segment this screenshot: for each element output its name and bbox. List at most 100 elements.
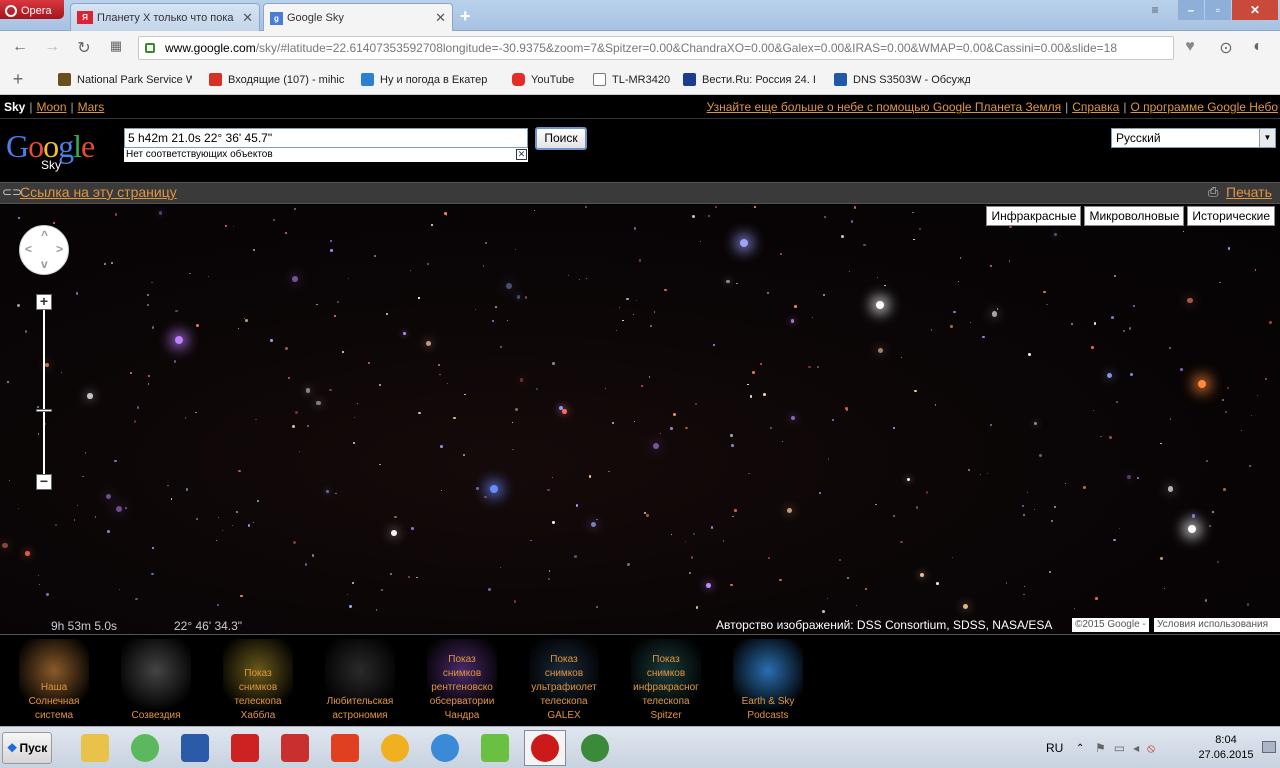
bookmark-2[interactable]: Ну и погода в Екатер bbox=[361, 73, 497, 86]
add-bookmark-button[interactable]: + bbox=[8, 69, 28, 90]
language-select[interactable]: Русский ▼ bbox=[1111, 128, 1276, 148]
close-suggestion-icon[interactable]: ✕ bbox=[516, 149, 527, 160]
star bbox=[1115, 400, 1118, 403]
earth-link[interactable]: Узнайте еще больше о небе с помощью Goog… bbox=[707, 100, 1062, 114]
network-icon[interactable]: ⦸ bbox=[1147, 741, 1155, 756]
sky-link[interactable]: Sky bbox=[4, 100, 25, 114]
bookmark-1[interactable]: Входящие (107) - mihic bbox=[209, 73, 345, 86]
zoom-out-button[interactable]: − bbox=[36, 474, 52, 490]
star bbox=[379, 463, 381, 466]
show-desktop-button[interactable] bbox=[1262, 741, 1276, 753]
search-input[interactable] bbox=[124, 128, 528, 148]
monitor-icon[interactable]: ▭ bbox=[1114, 741, 1125, 755]
start-button[interactable]: ❖ Пуск bbox=[2, 732, 52, 764]
taskbar-app-leaf[interactable] bbox=[474, 730, 516, 766]
page-icon bbox=[593, 73, 606, 86]
reload-button[interactable]: ↻ bbox=[74, 38, 94, 58]
speed-dial-icon[interactable]: ▦ bbox=[106, 38, 126, 54]
tray-expand-icon[interactable]: ⌃ bbox=[1076, 727, 1084, 768]
maximize-button[interactable]: ▫ bbox=[1205, 0, 1231, 20]
star bbox=[736, 282, 738, 285]
gallery-item-6[interactable]: Показ снимков инфракрасног телескопа Spitzer bbox=[612, 639, 710, 723]
mars-link[interactable]: Mars bbox=[78, 100, 105, 114]
new-tab-button[interactable]: + bbox=[460, 6, 471, 27]
gallery-item-3[interactable]: Любительская астрономия bbox=[306, 639, 404, 723]
taskbar-app-messenger[interactable] bbox=[424, 730, 466, 766]
close-tab-icon[interactable]: ✕ bbox=[242, 10, 253, 26]
star bbox=[284, 346, 288, 350]
star bbox=[650, 325, 653, 327]
taskbar-app-acrobat[interactable] bbox=[224, 730, 266, 766]
taskbar-app-ro[interactable] bbox=[274, 730, 316, 766]
taskbar-app-explorer[interactable] bbox=[74, 730, 116, 766]
star bbox=[431, 223, 434, 227]
infrared-button[interactable]: Инфракрасные bbox=[986, 206, 1082, 226]
volume-icon[interactable]: ◂ bbox=[1133, 741, 1139, 755]
star bbox=[375, 609, 378, 611]
tab-2[interactable]: g Google Sky ✕ bbox=[263, 3, 453, 32]
star bbox=[1034, 421, 1038, 425]
bookmark-0[interactable]: National Park Service W bbox=[58, 73, 192, 86]
star bbox=[769, 427, 772, 429]
permalink-link[interactable]: Ссылка на эту страницу bbox=[20, 184, 177, 200]
taskbar-app-chrome[interactable] bbox=[574, 730, 616, 766]
bookmark-5[interactable]: Вести.Ru: Россия 24. I bbox=[683, 73, 819, 86]
star bbox=[312, 554, 315, 557]
pan-down-icon[interactable]: v bbox=[41, 257, 48, 271]
pan-up-icon[interactable]: ^ bbox=[41, 228, 48, 242]
gallery-item-2[interactable]: Показ снимков телескопа Хаббла bbox=[204, 639, 302, 723]
gallery-item-5[interactable]: Показ снимков ультрафиолет телескопа GALEX bbox=[510, 639, 608, 723]
pan-control[interactable]: ^ v < > bbox=[19, 225, 69, 275]
zoom-slider[interactable] bbox=[43, 303, 45, 483]
historical-button[interactable]: Исторические bbox=[1187, 206, 1275, 226]
search-button[interactable]: Поиск bbox=[535, 127, 587, 150]
lang-indicator[interactable]: RU bbox=[1046, 727, 1063, 768]
flag-icon[interactable]: ⚑ bbox=[1095, 741, 1106, 755]
address-bar[interactable]: www.google.com/sky/#latitude=22.61407353… bbox=[138, 36, 1174, 60]
terms-link[interactable]: Условия использования bbox=[1154, 618, 1280, 632]
close-window-button[interactable]: ✕ bbox=[1232, 0, 1278, 20]
help-link[interactable]: Справка bbox=[1072, 100, 1119, 114]
opera-menu-button[interactable]: Opera bbox=[0, 0, 64, 19]
sky-map[interactable]: Инфракрасные Микроволновые Исторические … bbox=[0, 205, 1280, 634]
gallery-item-1[interactable]: Созвездия bbox=[102, 639, 200, 723]
bookmark-4[interactable]: TL-MR3420 bbox=[593, 73, 673, 86]
taskbar-app-sunburst[interactable] bbox=[324, 730, 366, 766]
star bbox=[925, 490, 929, 494]
heart-icon[interactable]: ♥ bbox=[1180, 38, 1200, 56]
star bbox=[284, 232, 287, 235]
zoom-handle[interactable] bbox=[36, 409, 52, 412]
star bbox=[446, 382, 448, 384]
print-link[interactable]: Печать bbox=[1226, 184, 1272, 200]
taskbar-app-aimp[interactable] bbox=[374, 730, 416, 766]
bookmark-3[interactable]: YouTube bbox=[512, 73, 582, 86]
pan-right-icon[interactable]: > bbox=[56, 242, 63, 256]
gallery-item-7[interactable]: Earth & Sky Podcasts bbox=[714, 639, 812, 723]
star bbox=[949, 324, 953, 328]
star bbox=[552, 521, 555, 524]
gallery-item-0[interactable]: Наша Солнечная система bbox=[0, 639, 98, 723]
taskbar-app-calculator[interactable] bbox=[174, 730, 216, 766]
moon-link[interactable]: Moon bbox=[36, 100, 66, 114]
star bbox=[476, 486, 480, 490]
zoom-in-button[interactable]: + bbox=[36, 294, 52, 310]
extension-icon[interactable]: ◐ bbox=[1248, 38, 1268, 56]
tabs-menu-icon[interactable]: ≡ bbox=[1140, 0, 1170, 20]
microwave-button[interactable]: Микроволновые bbox=[1084, 206, 1185, 226]
about-link[interactable]: О программе Google Небо bbox=[1130, 100, 1278, 114]
taskbar-app-opera[interactable] bbox=[524, 730, 566, 766]
gallery-item-4[interactable]: Показ снимков рентгеновско обсерватории Чанд… bbox=[408, 639, 506, 723]
download-icon[interactable]: ⊙ bbox=[1216, 38, 1236, 58]
gallery-label-line: телескопа bbox=[234, 696, 282, 707]
forward-button[interactable]: → bbox=[42, 38, 62, 56]
clock[interactable]: 8:04 27.06.2015 bbox=[1196, 727, 1256, 768]
printer-icon: ⎙ bbox=[1208, 184, 1219, 199]
taskbar-app-utorrent[interactable] bbox=[124, 730, 166, 766]
close-tab-icon[interactable]: ✕ bbox=[435, 10, 446, 26]
minimize-button[interactable]: – bbox=[1178, 0, 1204, 20]
back-button[interactable]: ← bbox=[10, 38, 30, 56]
tab-1[interactable]: Я Планету Х только что пока ✕ bbox=[70, 3, 260, 31]
star bbox=[900, 540, 903, 544]
pan-left-icon[interactable]: < bbox=[25, 242, 32, 256]
bookmark-6[interactable]: DNS S3503W - Обсужд bbox=[834, 73, 970, 86]
